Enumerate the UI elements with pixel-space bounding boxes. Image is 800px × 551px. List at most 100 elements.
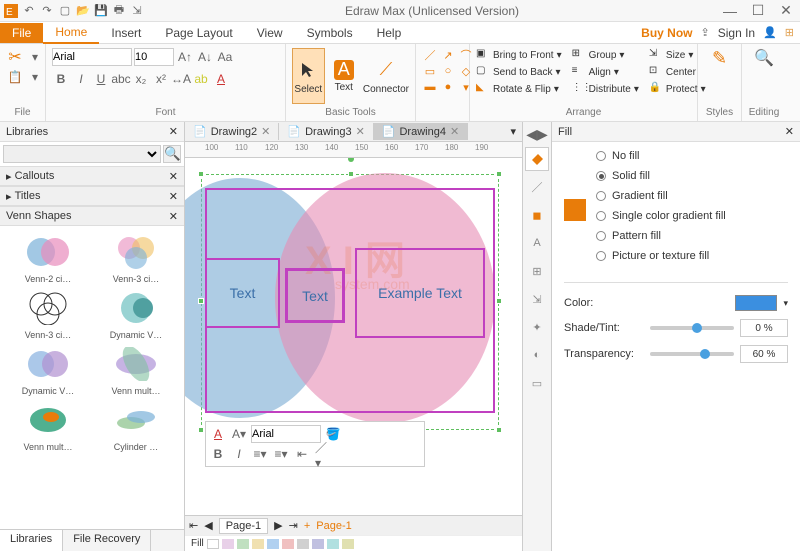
text-tool[interactable]: A Text [328, 48, 360, 104]
swatch[interactable] [222, 539, 234, 549]
close-icon[interactable]: ✕ [169, 170, 178, 183]
buy-now-link[interactable]: Buy Now [641, 26, 692, 40]
user-icon[interactable]: 👤 [763, 26, 777, 39]
arrow-icon[interactable]: ↗ [440, 48, 456, 62]
text-panel-btn[interactable]: A [525, 231, 549, 255]
radio-single-gradient[interactable]: Single color gradient fill [596, 210, 726, 222]
menu-view[interactable]: View [245, 23, 295, 43]
share-icon[interactable]: ⇪ [701, 26, 710, 39]
mini-bold[interactable]: B [209, 445, 227, 463]
shadow-panel-btn[interactable]: ◼ [525, 203, 549, 227]
shape-cylinder[interactable]: Cylinder … [94, 400, 178, 452]
minimize-button[interactable]: — [720, 3, 740, 19]
close-icon[interactable]: ✕ [356, 125, 365, 138]
floating-format-toolbar[interactable]: A A▾ 🪣 B I ≡▾ ≡▾ ⇤ ／▾ [205, 421, 425, 467]
swatch[interactable] [342, 539, 354, 549]
shape-venn-mult-b[interactable]: Venn mult… [6, 400, 90, 452]
rotate-flip[interactable]: ◣Rotate & Flip ▾ [476, 82, 562, 96]
open-icon[interactable]: 📂 [76, 4, 90, 18]
line-panel-btn[interactable]: ／ [525, 175, 549, 199]
strike-icon[interactable]: abc [112, 70, 130, 88]
swatch[interactable] [327, 539, 339, 549]
radio-no-fill[interactable]: No fill [596, 150, 726, 162]
page-nav-fwd[interactable]: ▶ [274, 519, 282, 532]
circle-icon[interactable]: ○ [440, 64, 456, 78]
tab-file-recovery[interactable]: File Recovery [63, 530, 151, 551]
mini-font-color[interactable]: A [209, 425, 227, 443]
radio-pattern-fill[interactable]: Pattern fill [596, 230, 726, 242]
bold-icon[interactable]: B [52, 70, 70, 88]
group-btn[interactable]: ⊞Group ▾ [572, 48, 639, 62]
shape-venn3b[interactable]: Venn-3 ci… [6, 288, 90, 340]
doc-tab-3[interactable]: 📄Drawing4✕ [374, 123, 468, 140]
italic-icon[interactable]: I [72, 70, 90, 88]
filled-rect-icon[interactable]: ▬ [422, 80, 438, 94]
shrink-font-icon[interactable]: A↓ [196, 48, 214, 66]
line-icon[interactable]: ／ [422, 48, 438, 62]
mini-case[interactable]: A▾ [230, 425, 248, 443]
radio-gradient-fill[interactable]: Gradient fill [596, 190, 726, 202]
close-icon[interactable]: ✕ [450, 125, 459, 138]
search-button[interactable]: 🔍 [163, 145, 181, 163]
page-nav-last[interactable]: ⇥ [289, 519, 298, 532]
signin-link[interactable]: Sign In [718, 26, 755, 40]
accordion-callouts[interactable]: ▸ Callouts✕ [0, 166, 184, 186]
close-icon[interactable]: ✕ [169, 125, 178, 138]
size-panel-btn[interactable]: ⇲ [525, 287, 549, 311]
new-icon[interactable]: ▢ [58, 4, 72, 18]
text-box-2[interactable]: Text [285, 268, 345, 323]
menu-insert[interactable]: Insert [99, 23, 153, 43]
spacing-icon[interactable]: ↔A [172, 70, 190, 88]
mini-align[interactable]: ≡▾ [272, 445, 290, 463]
font-select[interactable] [52, 48, 132, 66]
select-tool[interactable]: Select [292, 48, 325, 104]
venn-diagram[interactable]: X I 网 system.com Text Text Example Text [205, 168, 495, 428]
find-icon[interactable]: 🔍 [754, 48, 774, 68]
swatch[interactable] [252, 539, 264, 549]
close-icon[interactable]: ✕ [785, 125, 794, 138]
mini-font[interactable] [251, 425, 321, 443]
styles-icon[interactable]: ✎ [712, 48, 727, 69]
shape-venn-mult-a[interactable]: Venn mult… [94, 344, 178, 396]
align-btn[interactable]: ≡Align ▾ [572, 65, 639, 79]
file-menu[interactable]: File [0, 23, 43, 43]
add-page[interactable]: + [304, 520, 310, 532]
underline-icon[interactable]: U [92, 70, 110, 88]
export-icon[interactable]: ⇲ [130, 4, 144, 18]
print-icon[interactable]: 🖶 [112, 4, 126, 18]
fill-panel-btn[interactable] [525, 147, 549, 171]
close-icon[interactable]: ✕ [169, 190, 178, 203]
page-nav-prev[interactable]: ⇤ [189, 519, 198, 532]
page-1-dup[interactable]: Page-1 [316, 520, 351, 532]
swatch[interactable] [207, 539, 219, 549]
maximize-button[interactable]: ☐ [748, 3, 768, 19]
copy-icon[interactable]: ▾ [26, 48, 44, 66]
mini-bullets[interactable]: ≡▾ [251, 445, 269, 463]
transparency-value[interactable]: 60 % [740, 345, 788, 363]
color-picker[interactable] [735, 295, 777, 311]
close-icon[interactable]: ✕ [169, 210, 178, 223]
shape-venn3a[interactable]: Venn-3 ci… [94, 232, 178, 284]
swatch[interactable] [282, 539, 294, 549]
close-button[interactable]: ✕ [776, 3, 796, 19]
mini-indent[interactable]: ⇤ [293, 445, 311, 463]
menu-page-layout[interactable]: Page Layout [153, 23, 244, 43]
swatch[interactable] [237, 539, 249, 549]
layer-panel-btn[interactable]: ⊞ [525, 259, 549, 283]
canvas[interactable]: X I 网 system.com Text Text Example Text … [185, 158, 522, 515]
accordion-venn[interactable]: Venn Shapes✕ [0, 206, 184, 226]
transparency-slider[interactable] [650, 352, 734, 356]
page-nav-back[interactable]: ◀ [204, 519, 212, 532]
rect-icon[interactable]: ▭ [422, 64, 438, 78]
tab-libraries[interactable]: Libraries [0, 530, 63, 551]
shape-dynamic-b[interactable]: Dynamic V… [6, 344, 90, 396]
swatch[interactable] [267, 539, 279, 549]
mini-italic[interactable]: I [230, 445, 248, 463]
library-select[interactable] [3, 145, 161, 163]
shape-gallery[interactable]: ／ ↗ ⌒ ▭ ○ ◇ ▬ ● ▾ [422, 48, 474, 94]
collapse-icon[interactable]: ◀▶ [526, 126, 548, 143]
font-color-icon[interactable]: A [212, 70, 230, 88]
more-file-icon[interactable]: ▾ [26, 68, 44, 86]
extra-icon[interactable]: ⊞ [785, 26, 794, 39]
highlight-icon[interactable]: ab [192, 70, 210, 88]
